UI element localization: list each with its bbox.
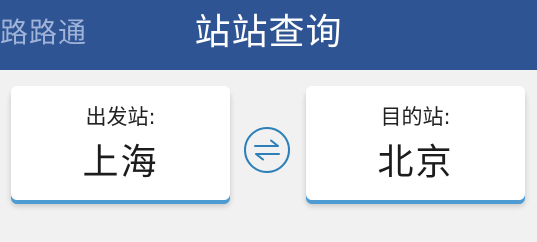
- app-header: 路路通 站站查询: [0, 0, 537, 70]
- swap-arrows-icon: [254, 139, 280, 161]
- arrival-station-card[interactable]: 目的站: 北京: [306, 86, 525, 200]
- page-title: 站站查询: [194, 12, 343, 53]
- arrival-station-name: 北京: [377, 142, 454, 183]
- departure-station-name: 上海: [82, 142, 159, 183]
- arrival-station-label: 目的站:: [380, 105, 451, 129]
- departure-station-label: 出发站:: [85, 105, 156, 129]
- departure-station-card[interactable]: 出发站: 上海: [11, 86, 230, 200]
- swap-stations-button[interactable]: [244, 127, 290, 173]
